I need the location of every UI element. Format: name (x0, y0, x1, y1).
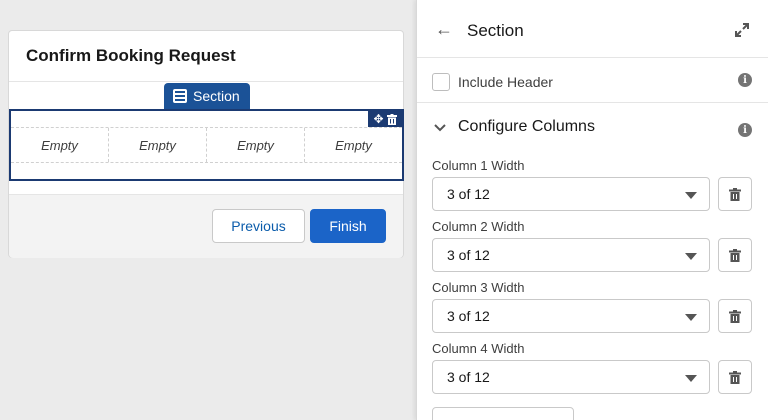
select-value: 3 of 12 (447, 186, 490, 202)
finish-button[interactable]: Finish (310, 209, 386, 243)
column-2-width-label: Column 2 Width (432, 219, 525, 234)
card-footer: Previous Finish (9, 194, 403, 258)
back-arrow-icon[interactable]: ← (435, 19, 453, 40)
caret-down-icon (685, 375, 697, 382)
info-icon[interactable]: i (738, 73, 752, 87)
delete-column-3-button[interactable] (718, 299, 752, 333)
column-placeholder-3[interactable]: Empty (207, 128, 305, 162)
delete-column-2-button[interactable] (718, 238, 752, 272)
column-placeholder-4[interactable]: Empty (305, 128, 402, 162)
section-toolbar: ✥ (368, 111, 402, 127)
section-component[interactable]: ✥ Empty Empty Empty Empty (9, 109, 404, 181)
chevron-down-icon[interactable] (433, 121, 447, 135)
info-icon[interactable]: i (738, 123, 752, 137)
column-3-width-label: Column 3 Width (432, 280, 525, 295)
caret-down-icon (685, 253, 697, 260)
caret-down-icon (685, 314, 697, 321)
column-1-width-label: Column 1 Width (432, 158, 525, 173)
trash-icon (729, 248, 741, 262)
select-value: 3 of 12 (447, 369, 490, 385)
move-icon[interactable]: ✥ (373, 112, 383, 126)
section-tab-label: Section (193, 88, 240, 104)
column-3-width-select[interactable]: 3 of 12 (432, 299, 710, 333)
previous-button[interactable]: Previous (212, 209, 305, 243)
include-header-label: Include Header (458, 74, 553, 90)
column-1-width-select[interactable]: 3 of 12 (432, 177, 710, 211)
delete-column-1-button[interactable] (718, 177, 752, 211)
include-header-checkbox[interactable] (432, 73, 450, 91)
panel-title: Section (467, 21, 524, 40)
properties-panel: ← Section Include Header i Configure Col… (416, 0, 768, 420)
select-value: 3 of 12 (447, 308, 490, 324)
expand-icon[interactable] (734, 22, 750, 38)
add-column-button[interactable] (432, 407, 574, 420)
card-title: Confirm Booking Request (26, 46, 236, 65)
section-icon (173, 89, 187, 103)
column-placeholder-1[interactable]: Empty (11, 128, 109, 162)
column-4-width-label: Column 4 Width (432, 341, 525, 356)
configure-columns-title[interactable]: Configure Columns (458, 118, 595, 136)
trash-icon (729, 370, 741, 384)
section-columns: Empty Empty Empty Empty (11, 127, 402, 163)
screen-card: Confirm Booking Request Section ✥ Empty … (8, 30, 404, 258)
column-2-width-select[interactable]: 3 of 12 (432, 238, 710, 272)
column-4-width-select[interactable]: 3 of 12 (432, 360, 710, 394)
divider (9, 81, 403, 82)
caret-down-icon (685, 192, 697, 199)
trash-icon (729, 187, 741, 201)
select-value: 3 of 12 (447, 247, 490, 263)
include-header-row: Include Header i (417, 58, 768, 103)
section-tab[interactable]: Section (164, 83, 250, 109)
trash-icon (729, 309, 741, 323)
column-placeholder-2[interactable]: Empty (109, 128, 207, 162)
trash-icon[interactable] (386, 113, 397, 125)
panel-header: ← Section (417, 0, 768, 58)
delete-column-4-button[interactable] (718, 360, 752, 394)
